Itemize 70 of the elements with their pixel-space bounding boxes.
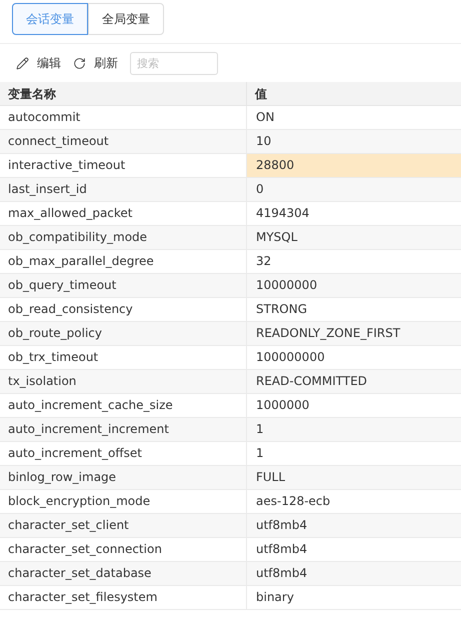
search-field[interactable]: 搜索 xyxy=(130,52,218,74)
table-row[interactable]: ob_max_parallel_degree 32 xyxy=(0,250,461,274)
column-header: 值 xyxy=(254,86,267,103)
tab[interactable]: 全局变量 xyxy=(88,3,164,35)
table-row[interactable]: binlog_row_image FULL xyxy=(0,466,461,490)
table-row[interactable]: autocommit ON xyxy=(0,106,461,130)
table-row[interactable]: connect_timeout 10 xyxy=(0,130,461,154)
table-cell-text: 4194304 xyxy=(255,205,310,222)
table-row[interactable]: tx_isolation READ-COMMITTED xyxy=(0,370,461,394)
table-cell-text: MYSQL xyxy=(255,229,298,246)
table-cell: ob_query_timeout xyxy=(0,274,247,297)
table-cell: autocommit xyxy=(0,106,247,129)
table-row[interactable]: auto_increment_increment 1 xyxy=(0,418,461,442)
table-cell-text: 10000000 xyxy=(255,277,318,294)
table-cell-text: STRONG xyxy=(255,301,308,318)
table-cell-text: READONLY_ZONE_FIRST xyxy=(255,325,402,342)
column-header: 变量名称 xyxy=(0,82,247,105)
table-row[interactable]: last_insert_id 0 xyxy=(0,178,461,202)
table-cell: character_set_filesystem xyxy=(0,586,247,609)
table-cell-text: 10 xyxy=(255,133,272,150)
table-cell-text: FULL xyxy=(255,469,286,486)
table-cell-text: utf8mb4 xyxy=(255,541,308,558)
table-cell: auto_increment_cache_size xyxy=(0,394,247,417)
table-cell: auto_increment_increment xyxy=(0,418,247,441)
refresh-button[interactable]: 刷新 xyxy=(73,54,118,72)
refresh-icon xyxy=(73,56,86,70)
table-cell: 28800 xyxy=(247,154,461,177)
table-cell: auto_increment_offset xyxy=(0,442,247,465)
table-cell-text: binary xyxy=(255,589,295,606)
table-cell: tx_isolation xyxy=(0,370,247,393)
table-cell-text: 32 xyxy=(255,253,272,270)
table-cell: connect_timeout xyxy=(0,130,247,153)
table-row[interactable]: ob_route_policy READONLY_ZONE_FIRST xyxy=(0,322,461,346)
table-cell-text: 1 xyxy=(255,445,265,462)
edit-button[interactable]: 编辑 xyxy=(16,54,61,72)
table-row[interactable]: ob_read_consistency STRONG xyxy=(0,298,461,322)
table-cell: max_allowed_packet xyxy=(0,202,247,225)
pencil-icon xyxy=(16,56,29,70)
table-row[interactable]: character_set_client utf8mb4 xyxy=(0,514,461,538)
table-row[interactable]: max_allowed_packet 4194304 xyxy=(0,202,461,226)
table-cell-text: 100000000 xyxy=(255,349,326,366)
table-cell: character_set_database xyxy=(0,562,247,585)
table-row[interactable]: character_set_filesystem binary xyxy=(0,586,461,610)
table-cell: last_insert_id xyxy=(0,178,247,201)
table-cell: block_encryption_mode xyxy=(0,490,247,513)
table-cell: binlog_row_image xyxy=(0,466,247,489)
table-cell-text: aes-128-ecb xyxy=(255,493,332,510)
table-cell: ob_compatibility_mode xyxy=(0,226,247,249)
table-cell-text: utf8mb4 xyxy=(255,565,308,582)
table-cell-text: ON xyxy=(255,109,276,126)
table-row[interactable]: ob_trx_timeout 100000000 xyxy=(0,346,461,370)
table-row[interactable]: block_encryption_mode aes-128-ecb xyxy=(0,490,461,514)
table-row[interactable]: interactive_timeout 28800 xyxy=(0,154,461,178)
table-row[interactable]: auto_increment_cache_size 1000000 xyxy=(0,394,461,418)
table-cell: ob_read_consistency xyxy=(0,298,247,321)
table-cell-text: utf8mb4 xyxy=(255,517,308,534)
table-cell-text: READ-COMMITTED xyxy=(255,373,368,390)
table-row[interactable]: character_set_database utf8mb4 xyxy=(0,562,461,586)
table-row[interactable]: character_set_connection utf8mb4 xyxy=(0,538,461,562)
table-cell: ob_max_parallel_degree xyxy=(0,250,247,273)
table-cell: character_set_connection xyxy=(0,538,247,561)
table-cell-text: 0 xyxy=(255,181,265,198)
table-cell: character_set_client xyxy=(0,514,247,537)
table-cell: ob_trx_timeout xyxy=(0,346,247,369)
table-cell: ob_route_policy xyxy=(0,322,247,345)
table-row[interactable]: ob_compatibility_mode MYSQL xyxy=(0,226,461,250)
table-row[interactable]: ob_query_timeout 10000000 xyxy=(0,274,461,298)
table-row[interactable]: auto_increment_offset 1 xyxy=(0,442,461,466)
table-cell-text: 1000000 xyxy=(255,397,310,414)
table-cell-text: 1 xyxy=(255,421,265,438)
